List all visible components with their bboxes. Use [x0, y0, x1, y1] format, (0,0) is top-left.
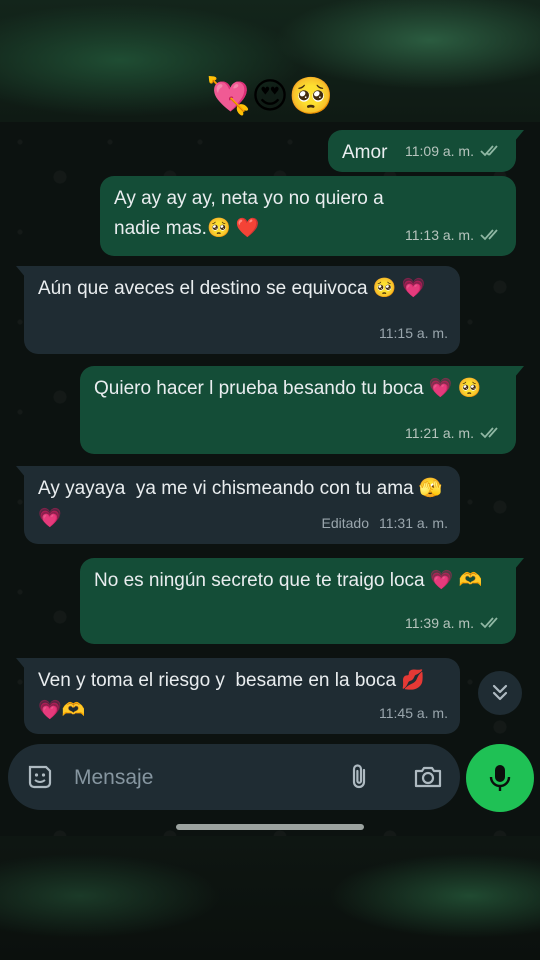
message-time: 11:39 a. m. — [404, 615, 474, 631]
message-meta: 11:39 a. m. — [405, 608, 504, 638]
message-bubble-incoming[interactable]: Aún que aveces el destino se equivoca 🥺 … — [16, 266, 460, 354]
message-time: 11:31 a. m. — [378, 515, 448, 531]
double-check-icon — [480, 145, 498, 157]
edited-label: Editado — [321, 515, 369, 531]
message-bubble-outgoing[interactable]: Ay ay ay ay, neta yo no quiero a nadie m… — [100, 176, 516, 256]
header-emoji: 💘😍🥺 — [206, 76, 334, 117]
microphone-icon — [489, 765, 511, 791]
camera-icon[interactable] — [412, 761, 444, 793]
message-text: No es ningún secreto que te traigo loca … — [94, 570, 483, 591]
chat-area[interactable]: Amor 11:09 a. m. Ay ay ay ay, neta yo no… — [0, 122, 540, 836]
message-text: Aún que aveces el destino se equivoca 🥺 … — [38, 278, 426, 299]
message-input[interactable] — [72, 758, 326, 798]
home-indicator — [176, 824, 364, 830]
message-bubble-outgoing[interactable]: Quiero hacer l prueba besando tu boca 💗 … — [80, 366, 524, 454]
message-time: 11:09 a. m. — [404, 143, 474, 159]
message-meta: 11:13 a. m. — [405, 220, 504, 250]
message-meta: 11:15 a. m. — [379, 318, 448, 348]
microphone-button[interactable] — [466, 744, 534, 812]
blurred-footer-background — [0, 836, 540, 960]
message-meta: 11:09 a. m. — [405, 136, 504, 166]
double-check-icon — [480, 617, 498, 629]
message-meta: Editado 11:31 a. m. — [322, 508, 449, 538]
double-check-icon — [480, 229, 498, 241]
paperclip-icon[interactable] — [344, 761, 376, 793]
double-chevron-down-icon — [492, 684, 508, 701]
message-composer — [8, 744, 460, 810]
message-text: Ay ay ay ay, neta yo no quiero a nadie m… — [114, 188, 389, 239]
scroll-to-bottom-button[interactable] — [478, 671, 522, 715]
double-check-icon — [480, 427, 498, 439]
message-meta: 11:21 a. m. — [405, 418, 504, 448]
sticker-icon[interactable] — [24, 761, 56, 793]
message-bubble-incoming[interactable]: Ay yayaya ya me vi chismeando con tu ama… — [16, 466, 460, 544]
message-time: 11:13 a. m. — [404, 227, 474, 243]
message-text: Quiero hacer l prueba besando tu boca 💗 … — [94, 378, 482, 399]
message-bubble-outgoing[interactable]: Amor 11:09 a. m. — [328, 130, 524, 172]
message-text: Amor — [342, 142, 388, 163]
message-time: 11:45 a. m. — [378, 705, 448, 721]
message-meta: 11:45 a. m. — [379, 698, 448, 728]
message-time: 11:21 a. m. — [404, 425, 474, 441]
message-time: 11:15 a. m. — [378, 325, 448, 341]
message-bubble-outgoing[interactable]: No es ningún secreto que te traigo loca … — [80, 558, 524, 644]
message-bubble-incoming[interactable]: Ven y toma el riesgo y besame en la boca… — [16, 658, 460, 734]
